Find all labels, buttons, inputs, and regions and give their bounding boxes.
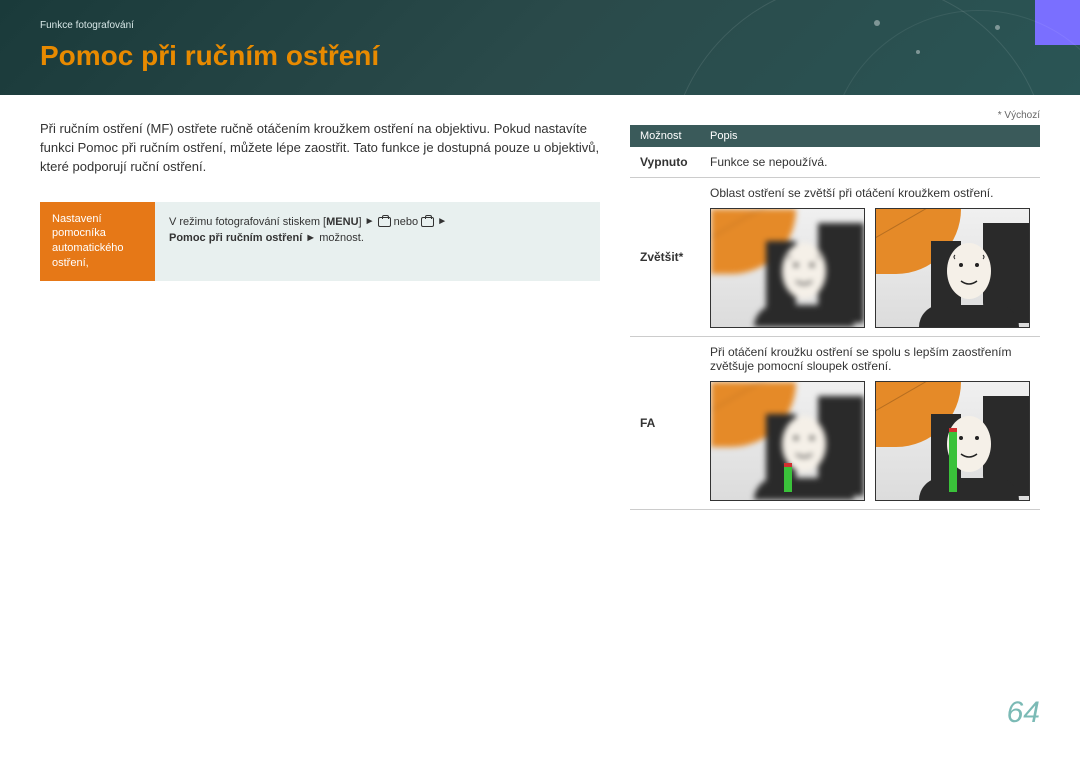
option-name: Vypnuto bbox=[630, 147, 700, 178]
focus-bar-top-icon bbox=[784, 463, 792, 467]
focus-bar-icon bbox=[949, 432, 957, 492]
setting-line2-tail: ► možnost. bbox=[302, 232, 364, 244]
table-head-option: Možnost bbox=[630, 125, 700, 147]
page-number: 64 bbox=[1007, 696, 1040, 730]
option-desc: Při otáčení kroužku ostření se spolu s l… bbox=[710, 345, 1011, 373]
option-name: FA bbox=[630, 337, 700, 510]
table-row: Vypnuto Funkce se nepoužívá. bbox=[630, 147, 1040, 178]
or-label: nebo bbox=[394, 216, 418, 228]
option-desc: Funkce se nepoužívá. bbox=[700, 147, 1040, 178]
image-pair bbox=[710, 381, 1030, 501]
option-desc: Oblast ostření se zvětší při otáčení kro… bbox=[710, 186, 993, 200]
arrow-icon: ► bbox=[365, 214, 375, 229]
content: Při ručním ostření (MF) ostřete ručně ot… bbox=[0, 95, 1080, 510]
preview-image-sharp bbox=[875, 208, 1030, 328]
table-row: Zvětšit* Oblast ostření se zvětší při ot… bbox=[630, 178, 1040, 337]
right-column: * Výchozí Možnost Popis Vypnuto Funkce s… bbox=[630, 120, 1040, 510]
header-band: Funkce fotografování Pomoc při ručním os… bbox=[0, 0, 1080, 95]
focus-bar-top-icon bbox=[949, 428, 957, 432]
preview-image-blurred bbox=[710, 208, 865, 328]
option-desc-cell: Oblast ostření se zvětší při otáčení kro… bbox=[700, 178, 1040, 337]
table-header-row: Možnost Popis bbox=[630, 125, 1040, 147]
setting-body: V režimu fotografování stiskem [MENU] ► … bbox=[155, 202, 600, 281]
setting-label: Nastavení pomocníka automatického ostřen… bbox=[40, 202, 155, 281]
camera2-icon bbox=[421, 217, 434, 227]
focus-bar-icon bbox=[784, 467, 792, 492]
setting-prefix: V režimu fotografování stiskem [ bbox=[169, 216, 326, 228]
setting-line2-bold: Pomoc při ručním ostření bbox=[169, 232, 302, 244]
setting-box: Nastavení pomocníka automatického ostřen… bbox=[40, 202, 600, 281]
intro-text: Při ručním ostření (MF) ostřete ručně ot… bbox=[40, 120, 600, 177]
breadcrumb: Funkce fotografování bbox=[40, 20, 134, 31]
preview-image-fa-high bbox=[875, 381, 1030, 501]
table-row: FA Při otáčení kroužku ostření se spolu … bbox=[630, 337, 1040, 510]
option-desc-cell: Při otáčení kroužku ostření se spolu s l… bbox=[700, 337, 1040, 510]
left-column: Při ručním ostření (MF) ostřete ručně ot… bbox=[40, 120, 600, 510]
camera1-icon bbox=[378, 217, 391, 227]
image-pair bbox=[710, 208, 1030, 328]
table-head-desc: Popis bbox=[700, 125, 1040, 147]
default-note: * Výchozí bbox=[998, 110, 1040, 121]
option-name: Zvětšit* bbox=[630, 178, 700, 337]
preview-image-fa-low bbox=[710, 381, 865, 501]
options-table: Možnost Popis Vypnuto Funkce se nepoužív… bbox=[630, 125, 1040, 510]
arrow-icon: ► bbox=[437, 214, 447, 229]
corner-tab bbox=[1035, 0, 1080, 45]
page-title: Pomoc při ručním ostření bbox=[40, 40, 379, 72]
menu-label: MENU bbox=[326, 216, 358, 228]
